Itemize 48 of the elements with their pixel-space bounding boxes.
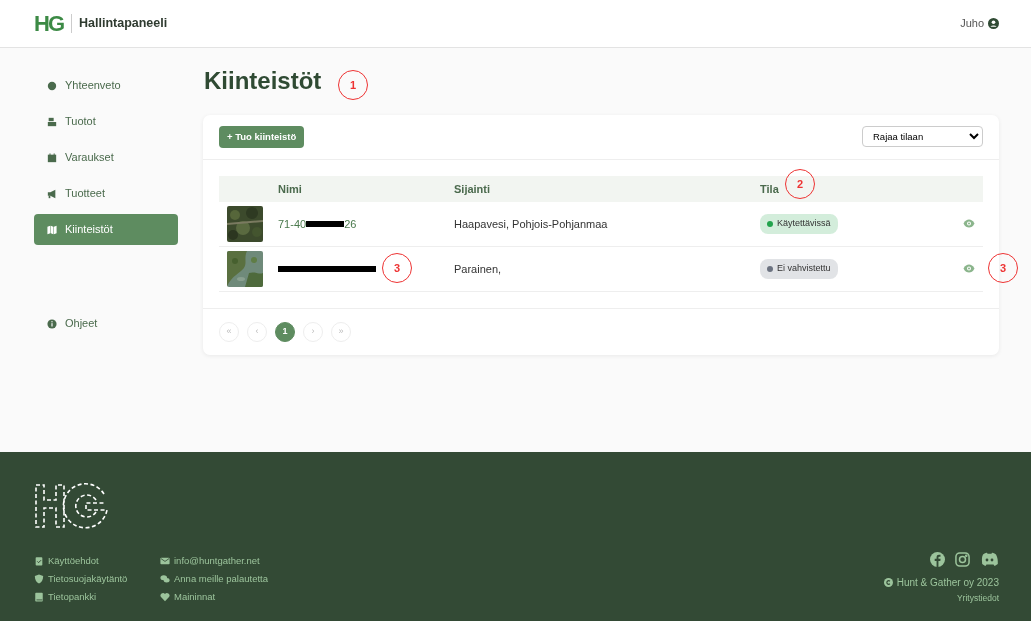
sidebar-item[interactable]: Kiinteistöt xyxy=(34,214,178,245)
copyright-text: Hunt & Gather oy 2023 xyxy=(896,576,999,590)
footer-link[interactable]: Käyttöehdot xyxy=(48,553,99,569)
heart-icon xyxy=(160,592,170,602)
cash-register-icon xyxy=(47,116,57,127)
logo-text[interactable]: HG xyxy=(34,7,63,40)
book-icon xyxy=(34,592,44,602)
company-info-link[interactable]: Yritystiedot xyxy=(956,592,999,605)
column-header: Tila xyxy=(760,181,779,197)
page-button[interactable]: 1 xyxy=(275,321,295,342)
info-icon xyxy=(47,318,57,329)
map-icon xyxy=(47,224,57,235)
property-id-text[interactable]: 26 xyxy=(344,215,357,233)
add-property-button[interactable]: + Tuo kiinteistö xyxy=(219,125,305,148)
calendar-icon xyxy=(47,152,57,163)
clipboard-check-icon xyxy=(34,556,44,566)
discord-icon[interactable] xyxy=(980,552,999,567)
footer-link[interactable]: Tietosuojakäytäntö xyxy=(48,571,128,587)
sidebar-item[interactable]: Varaukset xyxy=(34,142,178,173)
property-id-text[interactable]: 71-40 xyxy=(278,215,307,233)
sidebar-item[interactable]: Yhteenveto xyxy=(34,70,178,101)
logo-outline-icon xyxy=(34,482,110,530)
footer-link[interactable]: Tietopankki xyxy=(48,589,97,605)
status-badge: Käytettävissä xyxy=(760,214,838,234)
chat-bubbles-icon xyxy=(160,574,170,584)
sidebar-item[interactable]: Tuotteet xyxy=(34,178,178,209)
help-link[interactable]: Ohjeet xyxy=(34,308,178,339)
copyright-icon xyxy=(883,578,893,587)
user-name[interactable]: Juho xyxy=(960,15,984,32)
facebook-icon[interactable] xyxy=(930,552,945,567)
column-header: Sijainti xyxy=(454,181,492,197)
user-icon[interactable] xyxy=(988,18,999,29)
instagram-icon[interactable] xyxy=(955,552,970,567)
redaction-bar xyxy=(306,220,345,227)
column-header: Nimi xyxy=(278,181,303,197)
footer-link[interactable]: info@huntgather.net xyxy=(174,553,260,569)
envelope-icon xyxy=(160,556,170,566)
location-text: Haapavesi, Pohjois-Pohjanmaa xyxy=(454,216,608,232)
page-title: Kiinteistöt xyxy=(204,67,322,96)
megaphone-icon xyxy=(47,188,57,199)
location-text: Parainen, xyxy=(454,261,502,277)
shield-icon xyxy=(34,574,44,584)
footer-link[interactable]: Maininnat xyxy=(174,589,216,605)
sidebar-item[interactable]: Tuotot xyxy=(34,106,178,137)
app-title: Hallintapaneeli xyxy=(71,14,168,33)
status-filter-select[interactable]: Rajaa tilaan xyxy=(862,126,983,148)
status-badge: Ei vahvistettu xyxy=(760,259,838,279)
footer-link[interactable]: Anna meille palautetta xyxy=(174,571,268,587)
